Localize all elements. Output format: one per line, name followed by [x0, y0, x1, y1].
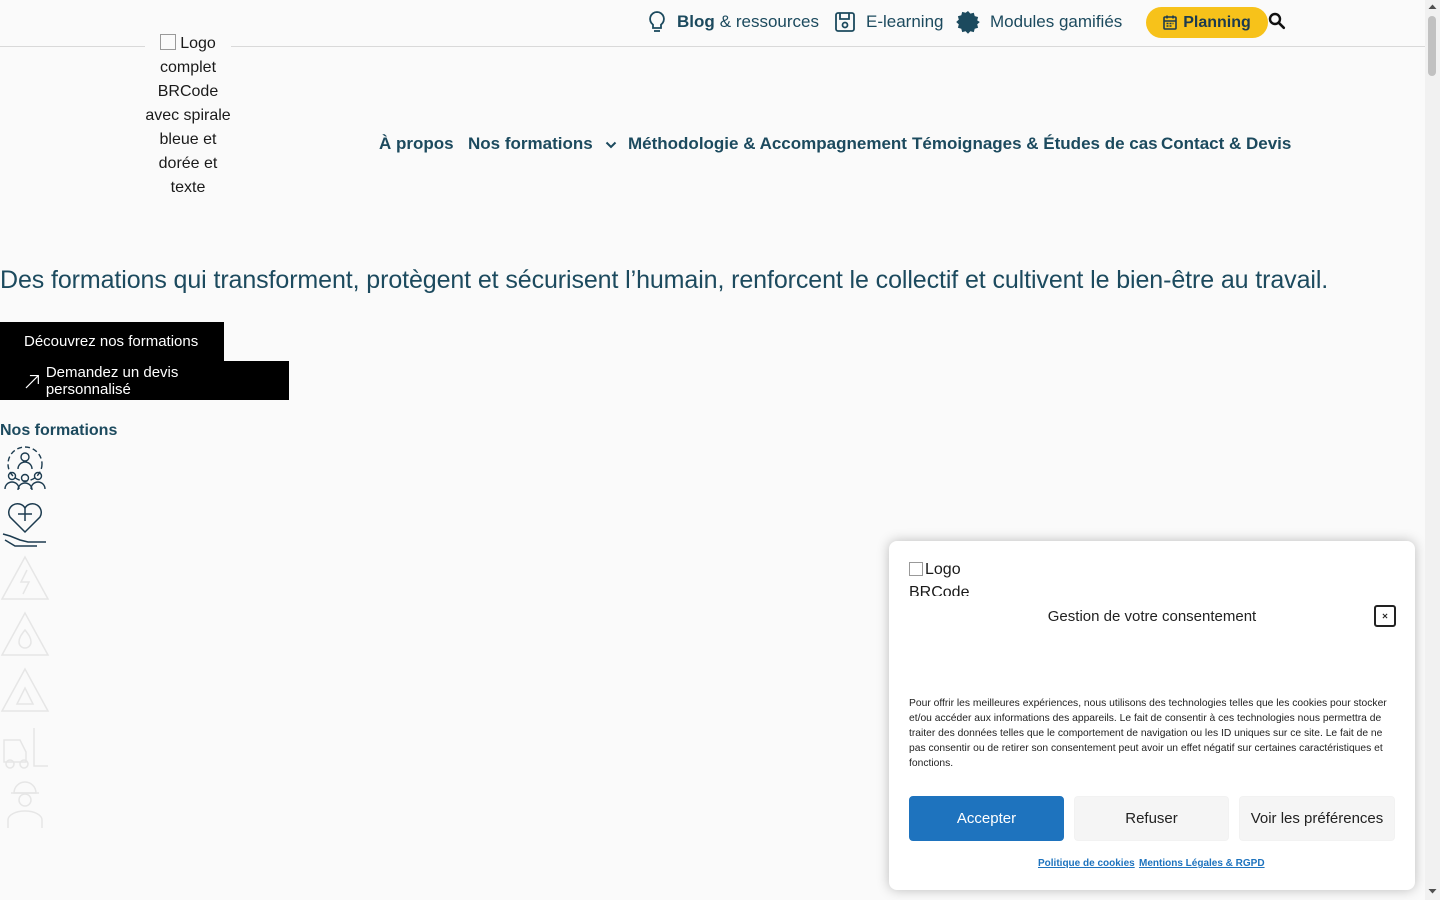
formations-section-title: Nos formations	[0, 422, 118, 439]
nav-formations[interactable]: Nos formations	[468, 134, 617, 154]
cookie-policy-link[interactable]: Politique de cookies	[1038, 858, 1135, 869]
planning-label: Planning	[1183, 13, 1251, 31]
scroll-up-arrow-icon[interactable]	[1425, 0, 1440, 14]
badge-icon	[956, 11, 980, 34]
elearning-label: E-learning	[866, 12, 944, 31]
gamified-modules-link[interactable]: Modules gamifiés	[956, 8, 1122, 36]
legal-notice-link[interactable]: Mentions Légales & RGPD	[1139, 858, 1265, 869]
nav-contact[interactable]: Contact & Devis	[1161, 134, 1291, 154]
planning-button[interactable]: Planning	[1146, 7, 1268, 38]
warning-electric-icon[interactable]	[0, 552, 50, 604]
main-navigation: À propos Nos formations Méthodologie & A…	[0, 134, 1440, 158]
arrow-up-right-icon	[25, 374, 39, 388]
nav-testimonials[interactable]: Témoignages & Études de cas	[912, 134, 1158, 154]
nav-formations-label: Nos formations	[468, 134, 593, 153]
chevron-down-icon	[606, 141, 617, 149]
broken-image-icon	[160, 34, 177, 50]
cookie-preferences-button[interactable]: Voir les préférences	[1239, 796, 1395, 841]
cookie-accept-button[interactable]: Accepter	[909, 796, 1064, 841]
cookie-refuse-button[interactable]: Refuser	[1074, 796, 1229, 841]
cookie-description: Pour offrir les meilleures expériences, …	[909, 698, 1387, 769]
cookie-logo: Logo BRCode avec	[909, 558, 1005, 596]
hero-title: Des formations qui transforment, protège…	[0, 266, 1329, 294]
cookie-title: Gestion de votre consentement	[1047, 608, 1257, 625]
forklift-icon[interactable]	[0, 720, 50, 772]
request-quote-label: Demandez un devis personnalisé	[45, 363, 179, 398]
blog-label: & ressources	[719, 12, 819, 31]
scroll-down-arrow-icon[interactable]	[1425, 884, 1440, 898]
cookie-consent-banner: Logo BRCode avec Gestion de votre consen…	[889, 541, 1415, 890]
cookie-close-button[interactable]	[1374, 605, 1396, 627]
site-logo[interactable]: Logo complet BRCode avec spirale bleue e…	[145, 32, 231, 200]
lightbulb-icon	[649, 11, 665, 32]
close-icon	[1382, 613, 1388, 619]
blog-link[interactable]: Blog & ressources	[647, 8, 819, 36]
warning-fire-icon[interactable]	[0, 608, 50, 660]
elearning-link[interactable]: E-learning	[834, 8, 944, 36]
broken-image-icon	[909, 562, 923, 576]
team-gear-icon[interactable]	[0, 440, 50, 492]
worker-helmet-icon[interactable]	[0, 776, 50, 828]
scrollbar-thumb[interactable]	[1428, 16, 1436, 76]
gamified-label: Modules gamifiés	[990, 12, 1123, 31]
calendar-icon	[1163, 15, 1178, 30]
search-icon[interactable]	[1268, 12, 1286, 30]
discover-formations-button[interactable]: Découvrez nos formations	[0, 322, 224, 361]
warning-chemical-icon[interactable]	[0, 664, 50, 716]
floppy-disk-icon	[835, 12, 855, 32]
logo-alt-text: Logo complet BRCode avec spirale bleue e…	[145, 35, 231, 196]
nav-about[interactable]: À propos	[379, 134, 454, 154]
nav-methodology[interactable]: Méthodologie & Accompagnement	[628, 134, 907, 154]
blog-label-bold: Blog	[677, 12, 715, 31]
page-scrollbar[interactable]	[1425, 0, 1440, 900]
request-quote-button[interactable]: Demandez un devis personnalisé	[0, 361, 289, 400]
heart-care-hand-icon[interactable]	[0, 496, 50, 548]
